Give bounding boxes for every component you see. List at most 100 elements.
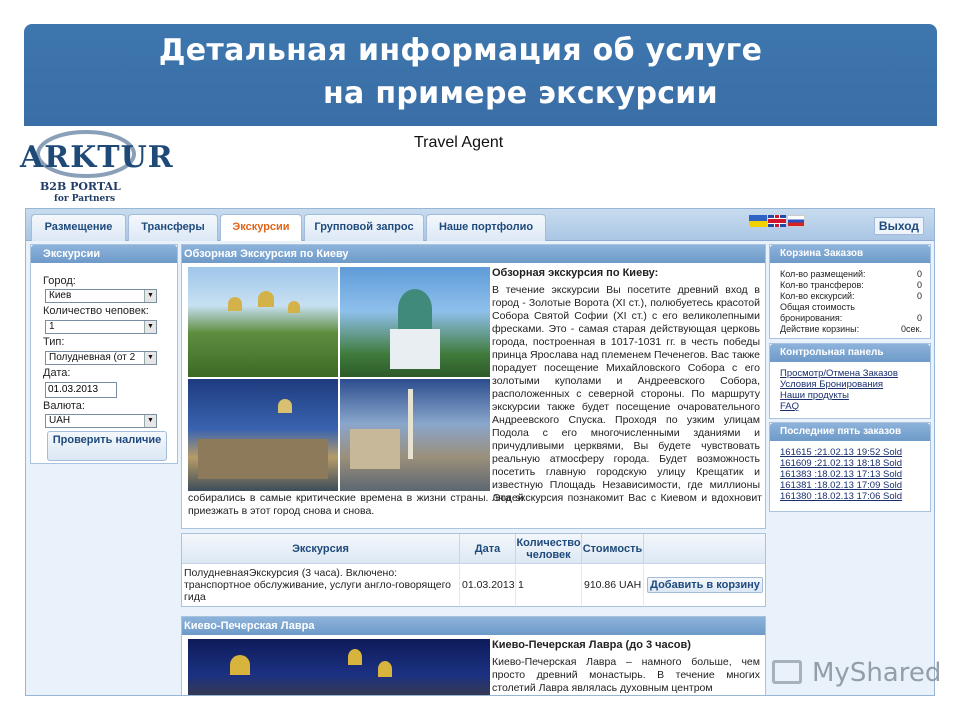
city-select[interactable]: Киев ▼ bbox=[45, 289, 157, 303]
cart-row-label: Кол-во размещений: bbox=[780, 269, 866, 279]
persons-select[interactable]: 1 ▼ bbox=[45, 320, 157, 334]
kyiv-photo-podil bbox=[188, 379, 338, 491]
add-to-cart-button[interactable]: Добавить в корзину bbox=[647, 577, 763, 593]
language-flags bbox=[749, 215, 806, 233]
cart-row-label: Кол-во трансферов: bbox=[780, 280, 864, 290]
lavra-photo bbox=[188, 639, 490, 695]
table-cell-persons: 1 bbox=[516, 565, 582, 605]
cart-row-value: 0 bbox=[916, 280, 922, 290]
panel-title: Корзина Заказов bbox=[770, 245, 930, 263]
cart-row-label: бронирования: bbox=[780, 313, 843, 323]
control-panel: Контрольная панель Просмотр/Отмена Заказ… bbox=[769, 343, 931, 419]
slide-title-line2: на примере экскурсии bbox=[323, 76, 718, 111]
table-cell-excursion: ПолудневнаяЭкскурсия (3 часа). Включено:… bbox=[182, 565, 460, 605]
city-value: Киев bbox=[49, 290, 72, 301]
excursion-search-panel: Экскурсии Город: Киев ▼ Количество чепове… bbox=[30, 244, 178, 464]
logo-name: ARKTUR bbox=[20, 140, 174, 175]
currency-label: Валюта: bbox=[43, 400, 85, 412]
panel-title: Контрольная панель bbox=[770, 344, 930, 362]
watermark-text: MyShared bbox=[812, 658, 942, 688]
order-link[interactable]: 161383 :18.02.13 17:13 Sold bbox=[780, 469, 902, 480]
russia-flag-icon[interactable] bbox=[787, 215, 805, 227]
slide-title-line1: Детальная информация об услуге bbox=[158, 33, 763, 68]
city-label: Город: bbox=[43, 275, 76, 287]
excursion-description: Обзорная экскурсия по Киеву: В течение э… bbox=[492, 267, 760, 505]
currency-value: UAH bbox=[49, 415, 71, 426]
excursion-title: Обзорная Экскурсия по Киеву bbox=[182, 245, 765, 263]
excursion-text-continued: собирались в самые критические времена в… bbox=[188, 492, 762, 517]
cart-row-value: 0сек. bbox=[901, 324, 922, 334]
cart-row: Кол-во размещений: 0 bbox=[780, 269, 922, 280]
order-link[interactable]: 161380 :18.02.13 17:06 Sold bbox=[780, 491, 902, 502]
booking-terms-link[interactable]: Условия Бронирования bbox=[780, 379, 883, 390]
recent-orders-panel: Последние пять заказов 161615 :21.02.13 … bbox=[769, 422, 931, 512]
ukraine-flag-icon[interactable] bbox=[749, 215, 767, 227]
panel-title: Экскурсии bbox=[31, 245, 177, 263]
order-link[interactable]: 161381 :18.02.13 17:09 Sold bbox=[780, 480, 902, 491]
faq-link[interactable]: FAQ bbox=[780, 401, 799, 412]
tab-transfers[interactable]: Трансферы bbox=[128, 214, 218, 241]
tab-accommodation[interactable]: Размещение bbox=[31, 214, 126, 241]
persons-label: Количество чеповек: bbox=[43, 305, 149, 317]
date-input[interactable]: 01.03.2013 bbox=[45, 382, 117, 398]
cart-row-value: 0 bbox=[916, 291, 922, 301]
view-cancel-orders-link[interactable]: Просмотр/Отмена Заказов bbox=[780, 368, 898, 379]
persons-value: 1 bbox=[49, 321, 55, 332]
excursion-text: В течение экскурсии Вы посетите древний … bbox=[492, 284, 760, 504]
currency-select[interactable]: UAH ▼ bbox=[45, 414, 157, 428]
cart-row-label: Кол-во екскурсий: bbox=[780, 291, 855, 301]
presentation-icon bbox=[772, 660, 802, 684]
cart-row-value: 0 bbox=[916, 313, 922, 323]
tab-excursions[interactable]: Экскурсии bbox=[220, 214, 302, 241]
uk-flag-icon[interactable] bbox=[768, 215, 786, 227]
cart-row: Общая стоимость bbox=[780, 302, 922, 313]
our-products-link[interactable]: Наши продукты bbox=[780, 390, 849, 401]
order-link[interactable]: 161609 :21.02.13 18:18 Sold bbox=[780, 458, 902, 469]
cart-row-label: Действие корзины: bbox=[780, 324, 860, 334]
booking-table: Экскурсия Дата Количество человек Стоимо… bbox=[181, 533, 766, 607]
column-header-persons: Количество человек bbox=[516, 534, 582, 564]
excursion-text: Киево-Печерская Лавра – намного больше, … bbox=[492, 656, 760, 694]
cart-row: бронирования: 0 bbox=[780, 313, 922, 324]
column-header-price: Стоимость bbox=[582, 534, 644, 564]
tab-portfolio[interactable]: Наше портфолио bbox=[426, 214, 546, 241]
cart-row: Кол-во екскурсий: 0 bbox=[780, 291, 922, 302]
excursion-heading: Киево-Печерская Лавра (до 3 часов) bbox=[492, 639, 691, 651]
dropdown-arrow-icon: ▼ bbox=[144, 290, 156, 302]
logo-subtitle: B2B PORTAL bbox=[40, 180, 121, 193]
dropdown-arrow-icon: ▼ bbox=[144, 321, 156, 333]
slide: Детальная информация об услуге на пример… bbox=[0, 0, 960, 720]
table-cell-date: 01.03.2013 bbox=[460, 565, 516, 605]
dropdown-arrow-icon: ▼ bbox=[144, 352, 156, 364]
column-header-date: Дата bbox=[460, 534, 516, 564]
main-tabbar: Размещение Трансферы Экскурсии Групповой… bbox=[26, 209, 934, 241]
type-select[interactable]: Полудневная (от 2 ▼ bbox=[45, 351, 157, 365]
excursion-heading: Обзорная экскурсия по Киеву: bbox=[492, 267, 659, 279]
logout-button[interactable]: Выход bbox=[873, 217, 924, 235]
column-header-action bbox=[644, 534, 765, 564]
tab-group-request[interactable]: Групповой запрос bbox=[304, 214, 424, 241]
excursion-results: Обзорная Экскурсия по Киеву Обзорная экс… bbox=[181, 244, 766, 695]
slide-header: Детальная информация об услуге на пример… bbox=[24, 24, 937, 126]
excursion-description: Киево-Печерская Лавра (до 3 часов) Киево… bbox=[492, 639, 760, 695]
excursion-card: Обзорная Экскурсия по Киеву Обзорная экс… bbox=[181, 244, 766, 529]
check-availability-button[interactable]: Проверить наличие bbox=[47, 431, 167, 461]
kyiv-photo-lavra bbox=[188, 267, 338, 377]
cart-row-label: Общая стоимость bbox=[780, 302, 855, 312]
excursion-title: Киево-Печерская Лавра bbox=[182, 617, 765, 635]
excursion-card: Киево-Печерская Лавра Киево-Печерская Ла… bbox=[181, 616, 766, 695]
column-header-excursion: Экскурсия bbox=[182, 534, 460, 564]
order-link[interactable]: 161615 :21.02.13 19:52 Sold bbox=[780, 447, 902, 458]
cart-panel: Корзина Заказов Кол-во размещений: 0 Кол-… bbox=[769, 244, 931, 339]
cart-row-value: 0 bbox=[916, 269, 922, 279]
table-cell-price: 910.86 UAH bbox=[582, 565, 644, 605]
travel-agent-label: Travel Agent bbox=[414, 134, 504, 151]
kyiv-photo-maidan bbox=[340, 379, 490, 491]
type-label: Тип: bbox=[43, 336, 65, 348]
date-label: Дата: bbox=[43, 367, 71, 379]
kyiv-photo-st-andrew bbox=[340, 267, 490, 377]
dropdown-arrow-icon: ▼ bbox=[144, 415, 156, 427]
portal-window: Размещение Трансферы Экскурсии Групповой… bbox=[25, 208, 935, 696]
type-value: Полудневная (от 2 bbox=[49, 352, 136, 363]
logo-tagline: for Partners bbox=[54, 194, 116, 204]
